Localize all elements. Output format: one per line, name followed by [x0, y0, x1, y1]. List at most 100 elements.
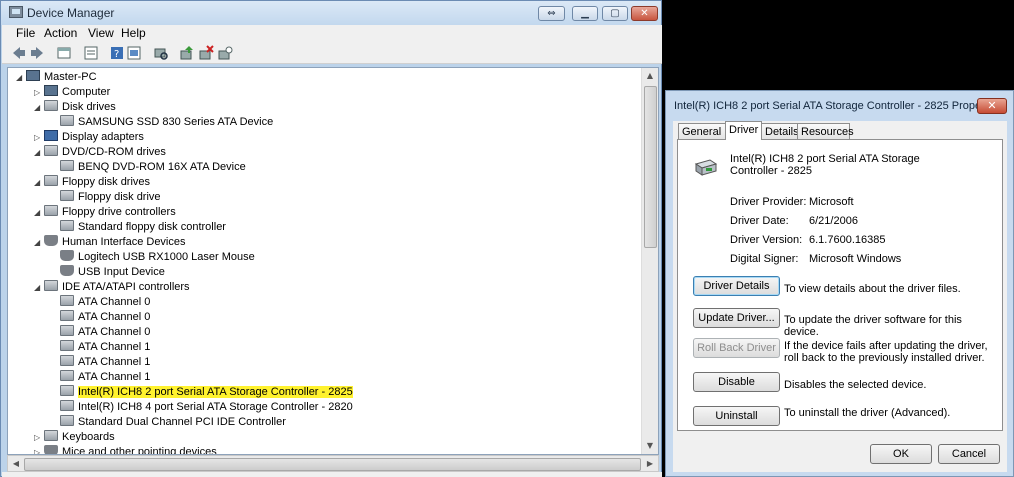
expand-arrow-icon[interactable]: ▷ — [34, 85, 44, 100]
title-bar[interactable]: Device Manager ⇔ ▁ ▢ ✕ — [1, 1, 661, 25]
close-button[interactable]: ✕ — [631, 6, 658, 21]
collapse-arrow-icon[interactable]: ◢ — [34, 100, 44, 115]
collapse-arrow-icon[interactable]: ◢ — [16, 70, 26, 85]
help-icon[interactable]: ? — [109, 45, 125, 61]
tree-item-label: Floppy disk drives — [62, 176, 151, 188]
driver-date-label: Driver Date: — [730, 215, 789, 227]
properties-window-icon[interactable] — [56, 45, 72, 61]
input-device-icon — [44, 235, 58, 246]
tab-resources[interactable]: Resources — [797, 123, 854, 139]
device-icon — [44, 430, 58, 441]
collapse-arrow-icon[interactable]: ◢ — [34, 280, 44, 295]
collapse-arrow-icon[interactable]: ◢ — [34, 145, 44, 160]
expand-arrow-icon[interactable]: ▷ — [34, 130, 44, 145]
tree-item-label: ATA Channel 0 — [78, 296, 151, 308]
tree-device-item[interactable]: ATA Channel 0 — [50, 325, 150, 340]
update-driver-icon[interactable] — [179, 45, 195, 61]
tree-device-item[interactable]: ATA Channel 0 — [50, 295, 150, 310]
input-device-icon — [44, 445, 58, 454]
scroll-down-arrow[interactable]: ▼ — [642, 438, 658, 454]
tree-device-item[interactable]: Intel(R) ICH8 4 port Serial ATA Storage … — [50, 400, 353, 415]
uninstall-icon[interactable] — [198, 45, 214, 61]
minimize-button[interactable]: ▁ — [572, 6, 598, 21]
tree-category-item[interactable]: ◢ Floppy disk drives — [34, 175, 150, 190]
tree-device-item[interactable]: Standard Dual Channel PCI IDE Controller — [50, 415, 286, 430]
refresh-icon[interactable] — [126, 45, 142, 61]
tree-device-item[interactable]: SAMSUNG SSD 830 Series ATA Device — [50, 115, 273, 130]
disable-icon[interactable] — [217, 45, 233, 61]
tree-category-item[interactable]: ◢ IDE ATA/ATAPI controllers — [34, 280, 190, 295]
device-tree[interactable]: ◢ Master-PC ▷ Computer ◢ Disk drives SAMSUNG S… — [7, 67, 659, 455]
tree-item-label: Logitech USB RX1000 Laser Mouse — [78, 251, 255, 263]
status-bar — [2, 472, 662, 477]
driver-provider-value: Microsoft — [809, 196, 854, 208]
tree-device-item[interactable]: USB Input Device — [50, 265, 165, 280]
toolbar: ? — [2, 43, 662, 64]
scan-hardware-icon[interactable] — [153, 45, 169, 61]
tree-category-item[interactable]: ▷ Keyboards — [34, 430, 115, 445]
uninstall-button[interactable]: Uninstall — [693, 406, 780, 426]
vertical-scroll-thumb[interactable] — [644, 86, 657, 248]
tab-details[interactable]: Details — [761, 123, 799, 139]
properties-dialog: Intel(R) ICH8 2 port Serial ATA Storage … — [665, 90, 1014, 477]
device-icon — [44, 280, 58, 291]
scroll-up-arrow[interactable]: ▲ — [642, 68, 658, 84]
device-icon — [60, 325, 74, 336]
tree-device-item[interactable]: Intel(R) ICH8 2 port Serial ATA Storage … — [50, 385, 353, 400]
tree-device-item[interactable]: Logitech USB RX1000 Laser Mouse — [50, 250, 255, 265]
driver-provider-label: Driver Provider: — [730, 196, 807, 208]
expand-arrow-icon[interactable]: ▷ — [34, 445, 44, 454]
show-hide-icon[interactable] — [83, 45, 99, 61]
tree-device-item[interactable]: ATA Channel 1 — [50, 355, 150, 370]
tree-device-item[interactable]: Floppy disk drive — [50, 190, 161, 205]
update-driver-button[interactable]: Update Driver... — [693, 308, 780, 328]
tree-category-item[interactable]: ◢ Disk drives — [34, 100, 116, 115]
cancel-button[interactable]: Cancel — [938, 444, 1000, 464]
tab-driver[interactable]: Driver — [725, 121, 762, 140]
menu-help[interactable]: Help — [121, 26, 146, 40]
menu-view[interactable]: View — [88, 26, 114, 40]
horizontal-scrollbar[interactable]: ◀ ▶ — [7, 455, 659, 472]
restore-button[interactable]: ⇔ — [538, 6, 565, 21]
roll-back-driver-button[interactable]: Roll Back Driver — [693, 338, 780, 358]
device-icon — [60, 385, 74, 396]
horizontal-scroll-thumb[interactable] — [24, 458, 641, 471]
menu-action[interactable]: Action — [44, 26, 77, 40]
ok-button[interactable]: OK — [870, 444, 932, 464]
tree-item-label: Standard Dual Channel PCI IDE Controller — [78, 416, 286, 428]
tree-category-item[interactable]: ◢ Floppy drive controllers — [34, 205, 176, 220]
tree-device-item[interactable]: ATA Channel 1 — [50, 340, 150, 355]
collapse-arrow-icon[interactable]: ◢ — [34, 235, 44, 250]
tree-item-label: Standard floppy disk controller — [78, 221, 226, 233]
scroll-left-arrow[interactable]: ◀ — [8, 456, 24, 471]
tree-item-label: IDE ATA/ATAPI controllers — [62, 281, 190, 293]
driver-details-description: To view details about the driver files. — [784, 283, 961, 295]
tab-general[interactable]: General — [678, 123, 726, 139]
driver-tab-panel: Intel(R) ICH8 2 port Serial ATA Storage … — [677, 139, 1003, 431]
tree-item-label: ATA Channel 1 — [78, 356, 151, 368]
tree-device-item[interactable]: ATA Channel 1 — [50, 370, 150, 385]
tree-category-item[interactable]: ▷ Computer — [34, 85, 110, 100]
tree-device-item[interactable]: BENQ DVD-ROM 16X ATA Device — [50, 160, 246, 175]
tree-category-item[interactable]: ▷ Mice and other pointing devices — [34, 445, 217, 455]
scroll-right-arrow[interactable]: ▶ — [642, 456, 658, 471]
maximize-button[interactable]: ▢ — [602, 6, 628, 21]
collapse-arrow-icon[interactable]: ◢ — [34, 205, 44, 220]
device-icon — [60, 295, 74, 306]
tree-item-label: Mice and other pointing devices — [62, 446, 217, 455]
tree-device-item[interactable]: Standard floppy disk controller — [50, 220, 226, 235]
disable-button[interactable]: Disable — [693, 372, 780, 392]
tree-category-item[interactable]: ▷ Display adapters — [34, 130, 144, 145]
back-icon[interactable] — [11, 45, 27, 61]
forward-icon[interactable] — [29, 45, 45, 61]
dialog-close-button[interactable]: ✕ — [977, 98, 1007, 114]
expand-arrow-icon[interactable]: ▷ — [34, 430, 44, 445]
vertical-scrollbar[interactable]: ▲ ▼ — [641, 68, 658, 454]
tree-category-item[interactable]: ◢ Master-PC — [16, 70, 97, 85]
collapse-arrow-icon[interactable]: ◢ — [34, 175, 44, 190]
tree-category-item[interactable]: ◢ DVD/CD-ROM drives — [34, 145, 166, 160]
driver-details-button[interactable]: Driver Details — [693, 276, 780, 296]
tree-category-item[interactable]: ◢ Human Interface Devices — [34, 235, 186, 250]
tree-device-item[interactable]: ATA Channel 0 — [50, 310, 150, 325]
menu-file[interactable]: File — [16, 26, 35, 40]
